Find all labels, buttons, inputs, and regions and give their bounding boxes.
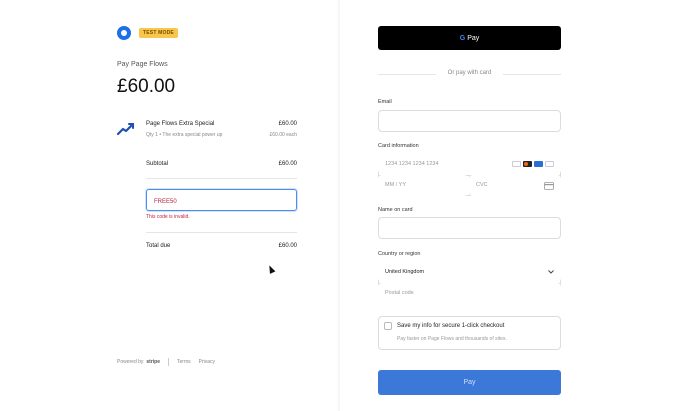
promo-error-message: This code is invalid. [146,214,190,220]
save-info-subtitle: Pay faster on Page Flows and thousands o… [397,336,507,342]
merchant-brand[interactable]: TEST MODE [117,26,178,40]
or-divider: Or pay with card [378,69,561,79]
country-select[interactable]: United Kingdom [378,261,561,282]
cvc-field[interactable]: CVC [469,175,561,196]
subtotal-value: £60.00 [278,161,297,167]
divider [146,178,297,179]
divider [146,232,297,233]
google-pay-button[interactable]: G Pay [378,26,561,50]
expiry-field[interactable]: MM / YY [378,175,468,196]
save-info-box [378,316,561,350]
save-info-title: Save my info for secure 1-click checkout [397,323,505,329]
email-label: Email [378,99,392,105]
card-info-label: Card information [378,143,419,149]
cvc-placeholder: CVC [476,182,488,188]
footer-separator [168,358,170,366]
pay-to-label: Pay Page Flows [117,61,168,68]
pay-button-label: Pay [463,379,476,386]
item-trend-icon [117,122,135,136]
stripe-logo[interactable]: stripe [146,359,160,365]
pay-button[interactable]: Pay [378,370,561,395]
card-number-field[interactable]: 1234 1234 1234 1234 [378,154,561,174]
card-number-placeholder: 1234 1234 1234 1234 [385,161,439,167]
google-g-icon: G [459,34,466,42]
country-value: United Kingdom [385,269,425,275]
brand-logo-icon [117,26,131,40]
postal-code-field[interactable]: Postal code [378,283,561,303]
subtotal-label: Subtotal [146,161,169,167]
total-amount: £60.00 [117,76,176,97]
item-name: Page Flows Extra Special [146,121,215,127]
item-quantity[interactable]: Qty 1 • The extra special power up [146,132,222,138]
subtotal-row: Subtotal £60.00 [146,161,297,171]
or-pay-with-card: Or pay with card [447,70,492,76]
visa-icon [512,161,521,167]
google-pay-label: Pay [467,34,480,42]
total-due-label: Total due [146,243,171,249]
total-due-row: Total due £60.00 [146,243,297,253]
terms-link[interactable]: Terms [177,359,191,365]
amex-icon [534,161,543,167]
save-info-checkbox[interactable] [384,322,392,330]
name-on-card-field[interactable] [378,217,561,239]
cvc-card-icon [544,182,554,190]
item-price: £60.00 [278,121,297,127]
item-unit-price: £60.00 each [269,132,297,138]
privacy-link[interactable]: Privacy [199,359,215,365]
divider-line [503,74,561,75]
mastercard-icon [523,161,532,167]
country-label: Country or region [378,251,421,257]
email-field[interactable] [378,110,561,132]
expiry-placeholder: MM / YY [385,182,406,188]
name-on-card-label: Name on card [378,207,413,213]
card-brand-icons [512,161,554,167]
chevron-down-icon [548,270,554,274]
powered-by-label: Powered by [117,359,144,365]
total-due-value: £60.00 [278,243,297,249]
test-mode-badge: TEST MODE [139,28,178,38]
line-item: Page Flows Extra Special Qty 1 • The ext… [117,119,297,143]
promo-code-value: FREE50 [154,199,177,205]
discover-icon [545,161,554,167]
postal-code-placeholder: Postal code [385,290,414,296]
promo-code-input[interactable]: FREE50 [146,189,297,211]
footer: Powered by stripe Terms Privacy [117,358,223,366]
